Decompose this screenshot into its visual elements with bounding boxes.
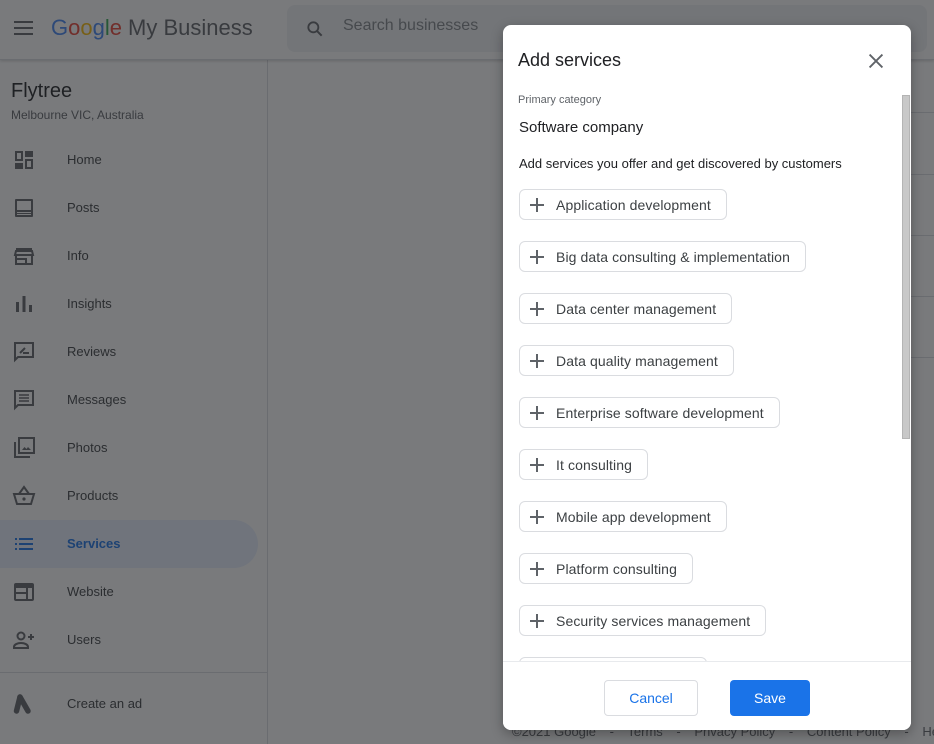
service-chip[interactable]: Data quality management bbox=[519, 345, 734, 376]
service-chip-label: Security services management bbox=[556, 612, 751, 629]
close-icon[interactable] bbox=[865, 50, 887, 72]
plus-icon bbox=[530, 301, 544, 316]
service-chip[interactable]: Data center management bbox=[519, 293, 733, 324]
dialog-title: Add services bbox=[518, 50, 622, 70]
save-button[interactable]: Save bbox=[730, 680, 810, 716]
service-chip[interactable]: Application development bbox=[519, 189, 727, 220]
service-chip[interactable]: Mobile app development bbox=[519, 501, 727, 532]
service-chip[interactable]: It consulting bbox=[519, 449, 649, 480]
plus-icon bbox=[530, 353, 544, 368]
dialog-actions: Cancel Save bbox=[503, 661, 911, 730]
scrollbar-thumb[interactable] bbox=[902, 95, 910, 439]
plus-icon bbox=[530, 561, 544, 576]
service-chip-label: It consulting bbox=[556, 456, 633, 473]
service-chip-label: Application development bbox=[556, 196, 711, 213]
plus-icon bbox=[530, 405, 544, 420]
plus-icon bbox=[530, 613, 544, 628]
service-chip-label: Platform consulting bbox=[556, 560, 677, 577]
service-chip[interactable]: Platform consulting bbox=[519, 553, 693, 584]
plus-icon bbox=[530, 509, 544, 524]
cancel-button[interactable]: Cancel bbox=[604, 680, 698, 716]
add-services-dialog: Add services Primary category Software c… bbox=[503, 25, 911, 730]
plus-icon bbox=[530, 197, 544, 212]
service-chip-label: Big data consulting & implementation bbox=[556, 248, 790, 265]
plus-icon bbox=[530, 249, 544, 264]
primary-category-value: Software company bbox=[519, 119, 644, 136]
service-chip-label: Data center management bbox=[556, 300, 717, 317]
service-chip[interactable]: Big data consulting & implementation bbox=[519, 241, 806, 272]
service-chip[interactable]: Security services management bbox=[519, 605, 767, 636]
service-chip-label: Enterprise software development bbox=[556, 404, 764, 421]
service-chip-label: Data quality management bbox=[556, 352, 718, 369]
dialog-body: Primary category Software company Add se… bbox=[503, 93, 911, 661]
services-description: Add services you offer and get discovere… bbox=[519, 156, 842, 171]
primary-category-label: Primary category bbox=[518, 94, 602, 106]
service-chip-label: Mobile app development bbox=[556, 508, 711, 525]
plus-icon bbox=[530, 457, 544, 472]
service-chip[interactable]: Enterprise software development bbox=[519, 397, 780, 428]
